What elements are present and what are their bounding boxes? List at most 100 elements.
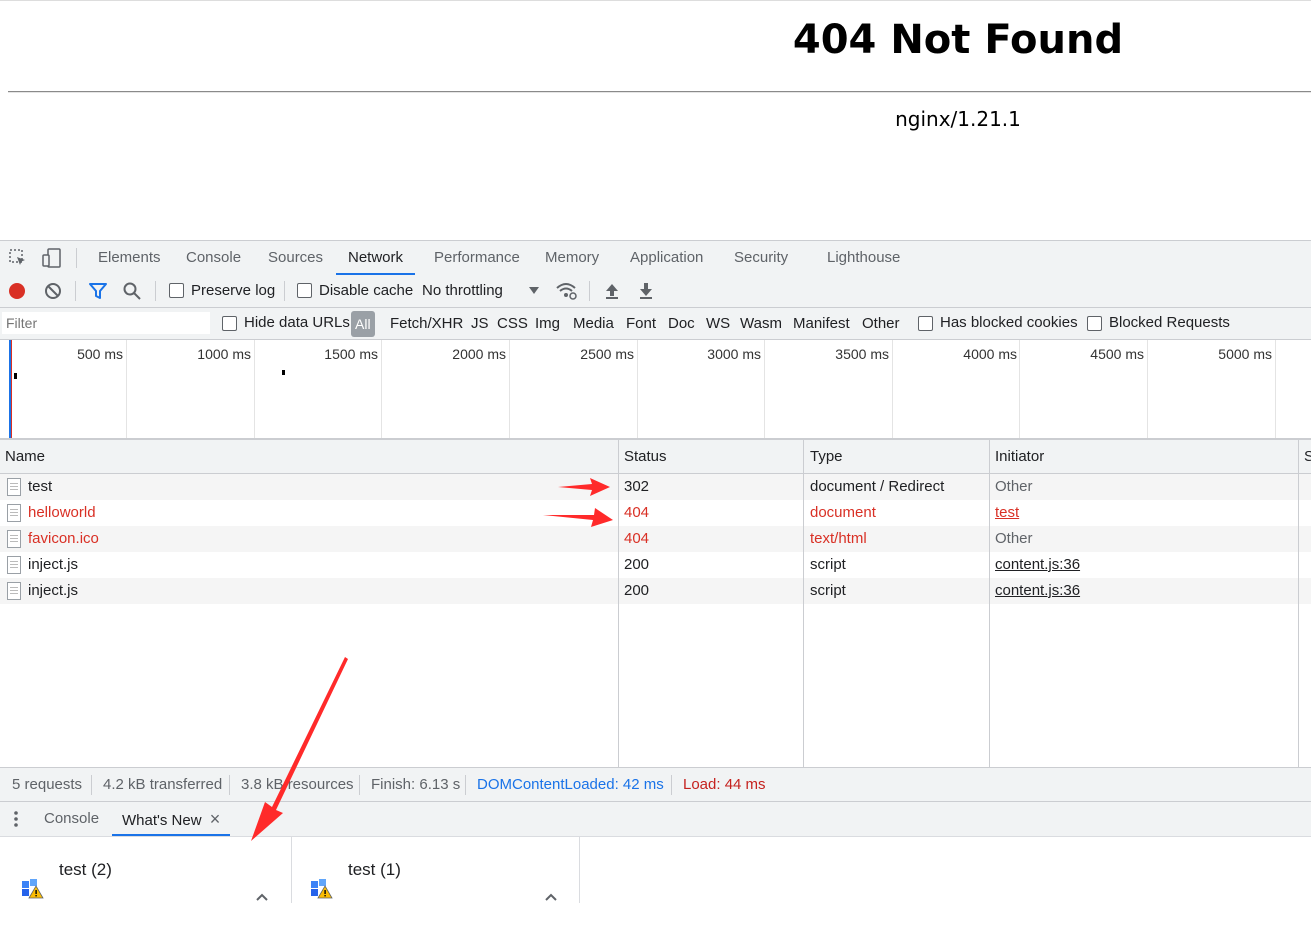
column-header-status[interactable]: Status <box>624 440 667 473</box>
table-row[interactable]: test 302 document / Redirect Other <box>0 474 1311 500</box>
column-header-initiator[interactable]: Initiator <box>995 440 1044 473</box>
tab-performance[interactable]: Performance <box>434 241 520 275</box>
timeline-tick: 2500 ms <box>580 346 634 362</box>
chevron-down-icon[interactable] <box>529 287 539 294</box>
request-status: 200 <box>624 582 650 599</box>
drawer-tab-console[interactable]: Console <box>44 802 99 836</box>
request-initiator-link[interactable]: test <box>995 500 1019 526</box>
request-name: favicon.ico <box>28 530 99 547</box>
table-row[interactable]: favicon.ico 404 text/html Other <box>0 526 1311 552</box>
tab-console[interactable]: Console <box>186 241 241 275</box>
grid-line <box>1275 340 1276 438</box>
page-heading: 404 Not Found <box>792 17 1124 63</box>
type-filter-ws[interactable]: WS <box>706 314 730 334</box>
timeline-tick: 1000 ms <box>197 346 251 362</box>
disable-cache-label: Disable cache <box>319 282 414 299</box>
tab-security[interactable]: Security <box>734 241 788 275</box>
summary-requests: 5 requests <box>12 776 83 793</box>
grid-line <box>764 340 765 438</box>
type-filter-all[interactable]: All <box>351 311 375 337</box>
document-icon <box>7 530 21 548</box>
throttling-select[interactable]: No throttling <box>422 281 503 301</box>
type-filter-css[interactable]: CSS <box>497 314 528 334</box>
summary-dom-content-loaded: DOMContentLoaded: 42 ms <box>477 776 664 793</box>
column-divider[interactable] <box>618 440 619 767</box>
summary-finish: Finish: 6.13 s <box>371 776 461 793</box>
type-filter-manifest[interactable]: Manifest <box>793 314 850 334</box>
drawer-tab-whats-new[interactable]: What's New × <box>112 802 231 836</box>
type-filter-js[interactable]: JS <box>471 314 489 334</box>
has-blocked-cookies-checkbox[interactable] <box>918 316 933 331</box>
table-row[interactable]: helloworld 404 document test <box>0 500 1311 526</box>
tab-lighthouse[interactable]: Lighthouse <box>827 241 900 275</box>
grid-line <box>254 340 255 438</box>
download-item[interactable]: test (2) <box>0 837 292 903</box>
inspect-element-icon[interactable] <box>9 249 27 267</box>
toolbar-separator <box>284 281 285 301</box>
requests-table: Name Status Type Initiator S test 302 do… <box>0 440 1311 767</box>
timeline-tick: 4500 ms <box>1090 346 1144 362</box>
search-icon[interactable] <box>123 282 141 304</box>
timeline-tick: 1500 ms <box>324 346 378 362</box>
type-filter-media[interactable]: Media <box>573 314 614 334</box>
request-initiator-link[interactable]: content.js:36 <box>995 552 1080 578</box>
filter-icon[interactable] <box>89 282 107 304</box>
type-filter-img[interactable]: Img <box>535 314 560 334</box>
chevron-up-icon[interactable] <box>255 864 269 930</box>
tab-elements[interactable]: Elements <box>98 241 161 275</box>
type-filter-font[interactable]: Font <box>626 314 656 334</box>
disable-cache-checkbox[interactable] <box>297 283 312 298</box>
table-row[interactable]: inject.js 200 script content.js:36 <box>0 552 1311 578</box>
request-initiator-link[interactable]: content.js:36 <box>995 578 1080 604</box>
summary-separator <box>671 775 672 795</box>
request-type: script <box>810 556 846 573</box>
download-name: test (1) <box>348 860 401 879</box>
tab-sources[interactable]: Sources <box>268 241 323 275</box>
document-icon <box>7 556 21 574</box>
request-name: inject.js <box>28 556 79 573</box>
export-har-icon[interactable] <box>638 282 654 304</box>
overview-timeline[interactable]: 500 ms 1000 ms 1500 ms 2000 ms 2500 ms 3… <box>0 340 1311 440</box>
summary-separator <box>91 775 92 795</box>
column-header-size[interactable]: S <box>1304 440 1311 473</box>
document-icon <box>7 478 21 496</box>
filter-input[interactable] <box>2 312 210 334</box>
summary-separator <box>465 775 466 795</box>
column-divider[interactable] <box>1298 440 1299 767</box>
type-filter-other[interactable]: Other <box>862 314 900 334</box>
download-item[interactable]: test (1) <box>292 837 580 903</box>
column-divider[interactable] <box>803 440 804 767</box>
device-toolbar-icon[interactable] <box>41 248 61 268</box>
clear-icon[interactable] <box>44 282 62 304</box>
document-icon <box>7 582 21 600</box>
tab-network[interactable]: Network <box>336 241 416 275</box>
table-row[interactable]: inject.js 200 script content.js:36 <box>0 578 1311 604</box>
preserve-log-checkbox[interactable] <box>169 283 184 298</box>
import-har-icon[interactable] <box>604 282 620 304</box>
close-icon[interactable]: × <box>210 809 221 829</box>
summary-load: Load: 44 ms <box>683 776 766 793</box>
network-conditions-icon[interactable] <box>556 281 578 305</box>
record-icon[interactable] <box>9 283 25 299</box>
type-filter-wasm[interactable]: Wasm <box>740 314 782 334</box>
timeline-tick: 3500 ms <box>835 346 889 362</box>
type-filter-fetch-xhr[interactable]: Fetch/XHR <box>390 314 463 334</box>
request-type: script <box>810 582 846 599</box>
downloads-bar: test (2) test (1) <box>0 836 1311 903</box>
column-divider[interactable] <box>989 440 990 767</box>
tab-memory[interactable]: Memory <box>545 241 599 275</box>
type-filter-doc[interactable]: Doc <box>668 314 695 334</box>
hide-data-urls-checkbox[interactable] <box>222 316 237 331</box>
preserve-log-label: Preserve log <box>191 282 276 299</box>
tab-application[interactable]: Application <box>630 241 703 275</box>
timeline-tick: 2000 ms <box>452 346 506 362</box>
filter-bar: Hide data URLs All Fetch/XHR JS CSS Img … <box>0 308 1311 340</box>
request-type: document <box>810 504 876 521</box>
page-content: 404 Not Found nginx/1.21.1 <box>0 0 1311 241</box>
summary-transferred: 4.2 kB transferred <box>103 776 223 793</box>
blocked-requests-checkbox[interactable] <box>1087 316 1102 331</box>
column-header-name[interactable]: Name <box>5 440 45 473</box>
request-name: helloworld <box>28 504 96 521</box>
column-header-type[interactable]: Type <box>810 440 843 473</box>
chevron-up-icon[interactable] <box>544 864 558 930</box>
